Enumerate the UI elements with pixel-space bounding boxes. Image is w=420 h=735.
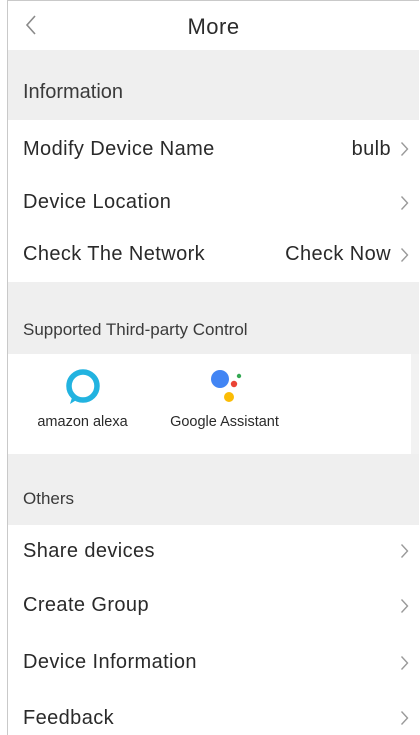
chevron-right-icon bbox=[399, 195, 409, 211]
section-header-others: Others bbox=[8, 454, 419, 525]
device-name-value: bulb bbox=[351, 137, 391, 160]
chevron-right-icon bbox=[399, 598, 409, 614]
chevron-right-icon bbox=[399, 655, 409, 671]
chevron-right-icon bbox=[399, 141, 409, 157]
third-party-services: amazon alexa Google Assistant bbox=[8, 354, 419, 454]
row-label: Modify Device Name bbox=[23, 137, 215, 160]
google-assistant-logo-icon bbox=[200, 364, 250, 410]
section-label: Others bbox=[23, 489, 75, 508]
row-share-devices[interactable]: Share devices bbox=[8, 525, 419, 577]
section-label: Supported Third-party Control bbox=[23, 320, 248, 339]
row-feedback[interactable]: Feedback bbox=[8, 691, 419, 735]
page-title: More bbox=[187, 14, 240, 39]
check-now-link[interactable]: Check Now bbox=[285, 243, 391, 266]
chevron-right-icon bbox=[399, 543, 409, 559]
row-label: Device Location bbox=[23, 191, 172, 213]
row-check-network[interactable]: Check The Network Check Now bbox=[8, 227, 419, 282]
chevron-right-icon bbox=[399, 710, 409, 726]
section-header-information: Information bbox=[8, 50, 419, 120]
row-label: Feedback bbox=[23, 706, 115, 729]
more-screen: More Information Modify Device Name bulb… bbox=[7, 0, 419, 735]
row-device-information[interactable]: Device Information bbox=[8, 634, 419, 691]
service-label: amazon alexa bbox=[37, 414, 128, 430]
chevron-right-icon bbox=[399, 247, 409, 263]
row-label: Create Group bbox=[23, 594, 149, 616]
service-google-assistant[interactable]: Google Assistant bbox=[162, 364, 287, 430]
row-label: Device Information bbox=[23, 651, 197, 673]
row-label: Check The Network bbox=[23, 243, 206, 265]
section-label: Information bbox=[23, 81, 124, 103]
row-device-location[interactable]: Device Location bbox=[8, 178, 419, 227]
row-modify-device-name[interactable]: Modify Device Name bulb bbox=[8, 120, 419, 178]
service-label: Google Assistant bbox=[170, 414, 279, 430]
scroll-edge bbox=[411, 354, 419, 454]
top-bar: More bbox=[8, 0, 419, 50]
alexa-logo-icon bbox=[58, 364, 108, 410]
row-label: Share devices bbox=[23, 539, 155, 562]
row-create-group[interactable]: Create Group bbox=[8, 577, 419, 634]
section-header-third-party: Supported Third-party Control bbox=[8, 282, 419, 354]
service-amazon-alexa[interactable]: amazon alexa bbox=[30, 364, 135, 430]
